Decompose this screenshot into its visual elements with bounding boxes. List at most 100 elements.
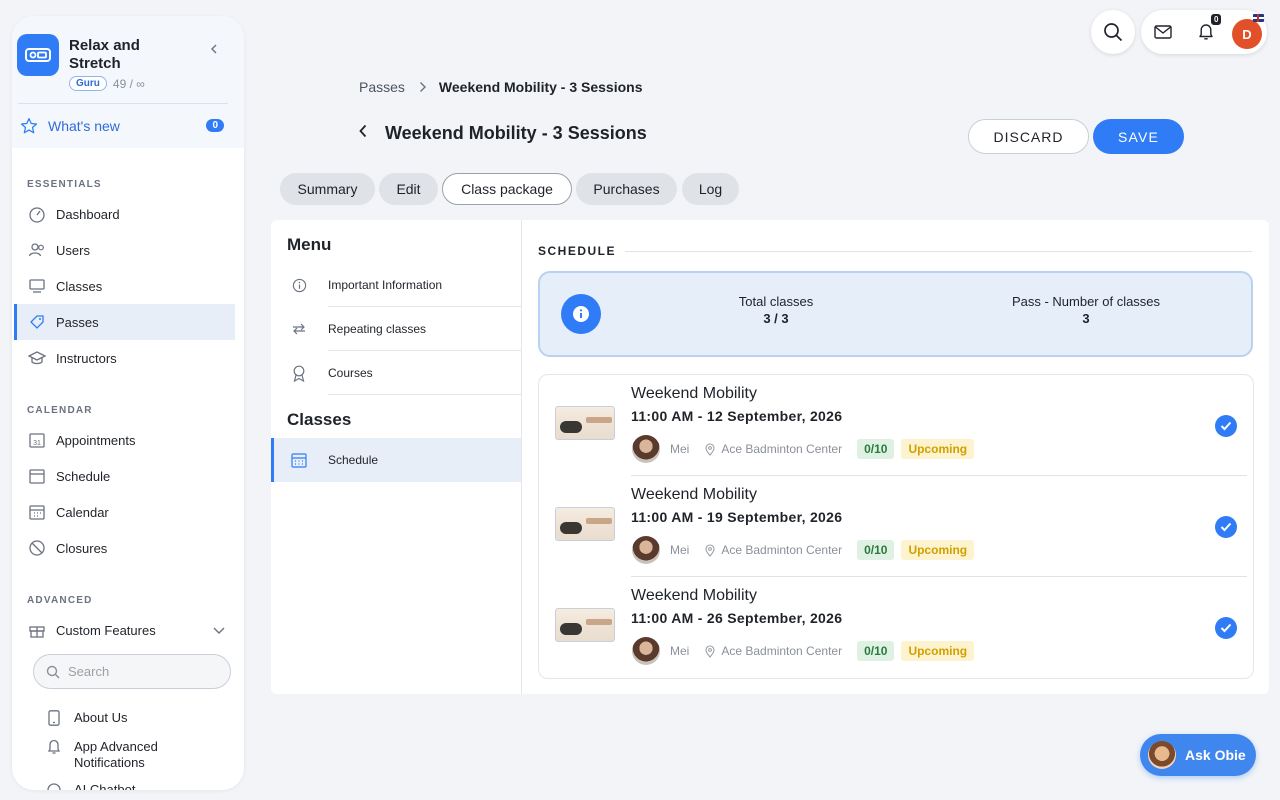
sidebar-item-label: Custom Features [56, 622, 156, 638]
class-thumbnail [555, 406, 615, 440]
check-icon[interactable] [1215, 617, 1237, 639]
global-search-button[interactable] [1091, 10, 1135, 54]
menu-item-repeating-classes[interactable]: Repeating classes [271, 307, 521, 351]
whats-new-link[interactable]: What's new 0 [20, 116, 228, 136]
sidebar-search-input[interactable] [68, 664, 218, 679]
location-label: Ace Badminton Center [721, 442, 843, 456]
menu-item-courses[interactable]: Courses [271, 351, 521, 395]
ask-obie-label: Ask Obie [1185, 747, 1246, 763]
ask-obie-button[interactable]: Ask Obie [1140, 734, 1256, 776]
sidebar-item-dashboard[interactable]: Dashboard [14, 196, 235, 232]
chevron-down-icon [213, 623, 225, 638]
package-menu: Menu Important Information Repeating cla… [271, 220, 522, 694]
schedule-summary: Total classes 3 / 3 Pass - Number of cla… [538, 271, 1253, 357]
class-meta: Mei Ace Badminton Center 0/10 Upcoming [632, 637, 975, 665]
sidebar-item-label: Classes [56, 278, 103, 294]
location-pin-icon [705, 442, 715, 456]
class-thumbnail [555, 507, 615, 541]
brand-meta: Guru 49 / ∞ [69, 76, 145, 91]
messages-button[interactable] [1153, 22, 1173, 42]
sidebar-item-passes[interactable]: Passes [14, 304, 235, 340]
class-row[interactable]: Weekend Mobility 11:00 AM - 12 September… [539, 375, 1253, 476]
whats-new-count: 0 [206, 119, 224, 132]
appointments-icon: 31 [28, 431, 46, 449]
sidebar-subitem-app-notifications[interactable]: App Advanced Notifications [46, 739, 196, 771]
section-essentials: ESSENTIALS [27, 179, 102, 190]
users-icon [28, 241, 46, 259]
tab-class-package[interactable]: Class package [442, 173, 572, 205]
sidebar-item-label: Calendar [56, 504, 109, 520]
sidebar-subitem-label: App Advanced Notifications [74, 739, 158, 770]
whats-new-label: What's new [48, 118, 120, 134]
sidebar-item-calendar[interactable]: Calendar [14, 494, 235, 530]
capacity-badge: 0/10 [857, 641, 895, 661]
total-classes-value: 3 / 3 [763, 311, 789, 326]
capacity-badge: 0/10 [857, 439, 895, 459]
section-calendar: CALENDAR [27, 405, 93, 416]
class-location: Ace Badminton Center [705, 644, 842, 658]
sidebar-item-appointments[interactable]: 31 Appointments [14, 422, 235, 458]
discard-button[interactable]: DISCARD [968, 119, 1089, 154]
class-row[interactable]: Weekend Mobility 11:00 AM - 19 September… [539, 476, 1253, 577]
uk-flag-icon[interactable] [1253, 14, 1264, 22]
sidebar-item-custom-features[interactable]: Custom Features [14, 612, 235, 648]
capacity-badge: 0/10 [857, 540, 895, 560]
sidebar-search[interactable] [33, 654, 231, 689]
sidebar-item-users[interactable]: Users [14, 232, 235, 268]
bell-icon [1199, 24, 1213, 40]
sidebar-item-closures[interactable]: Closures [14, 530, 235, 566]
check-icon[interactable] [1215, 415, 1237, 437]
svg-text:31: 31 [33, 440, 41, 447]
status-badge: Upcoming [901, 641, 975, 661]
sidebar-subitem-label: AI Chatbot [74, 782, 136, 790]
instructor-name: Mei [670, 442, 690, 456]
info-icon [561, 294, 601, 334]
notifications-button[interactable] [1196, 22, 1216, 42]
sidebar-subitem-ai-chatbot[interactable]: AI Chatbot [46, 782, 135, 790]
classes-icon [28, 277, 46, 295]
total-classes-label: Total classes [738, 294, 814, 309]
menu-item-schedule[interactable]: Schedule [271, 438, 521, 482]
location-pin-icon [705, 644, 715, 658]
instructor-name: Mei [670, 543, 690, 557]
assistant-avatar [1148, 741, 1176, 769]
breadcrumb: Passes Weekend Mobility - 3 Sessions [359, 79, 643, 95]
instructor-name: Mei [670, 644, 690, 658]
sidebar: Relax and Stretch Guru 49 / ∞ What's new… [12, 16, 244, 790]
breadcrumb-passes-link[interactable]: Passes [359, 79, 405, 95]
save-button[interactable]: SAVE [1093, 119, 1184, 154]
sidebar-item-schedule[interactable]: Schedule [14, 458, 235, 494]
sidebar-item-label: Users [56, 242, 90, 258]
sidebar-item-classes[interactable]: Classes [14, 268, 235, 304]
sidebar-item-instructors[interactable]: Instructors [14, 340, 235, 376]
menu-item-label: Important Information [328, 278, 443, 292]
sidebar-item-label: Closures [56, 540, 108, 556]
plan-badge: Guru [69, 76, 107, 91]
sidebar-item-label: Schedule [56, 468, 111, 484]
class-location: Ace Badminton Center [705, 543, 842, 557]
sidebar-item-label: Appointments [56, 432, 136, 448]
tab-summary[interactable]: Summary [280, 173, 375, 205]
chevron-left-icon [359, 124, 367, 138]
tab-log[interactable]: Log [682, 173, 739, 205]
back-button[interactable] [355, 123, 371, 139]
instructor-avatar [632, 637, 660, 665]
status-badge: Upcoming [901, 439, 975, 459]
collapse-sidebar-button[interactable] [206, 41, 222, 57]
calendar-grid-icon [291, 452, 307, 468]
tab-purchases[interactable]: Purchases [576, 173, 677, 205]
pass-classes-value: 3 [1082, 311, 1090, 326]
classes-heading: Classes [287, 410, 352, 429]
class-meta: Mei Ace Badminton Center 0/10 Upcoming [632, 435, 975, 463]
sidebar-item-label: Dashboard [56, 206, 120, 222]
mail-icon [1154, 25, 1172, 39]
tab-edit[interactable]: Edit [379, 173, 438, 205]
user-avatar[interactable]: D [1232, 19, 1262, 49]
search-icon [1104, 23, 1123, 42]
menu-item-important-information[interactable]: Important Information [271, 263, 521, 307]
calendar-icon [28, 503, 46, 521]
top-actions: 0 D [1141, 10, 1267, 54]
sidebar-subitem-about-us[interactable]: About Us [46, 710, 127, 726]
class-row[interactable]: Weekend Mobility 11:00 AM - 26 September… [539, 577, 1253, 678]
check-icon[interactable] [1215, 516, 1237, 538]
